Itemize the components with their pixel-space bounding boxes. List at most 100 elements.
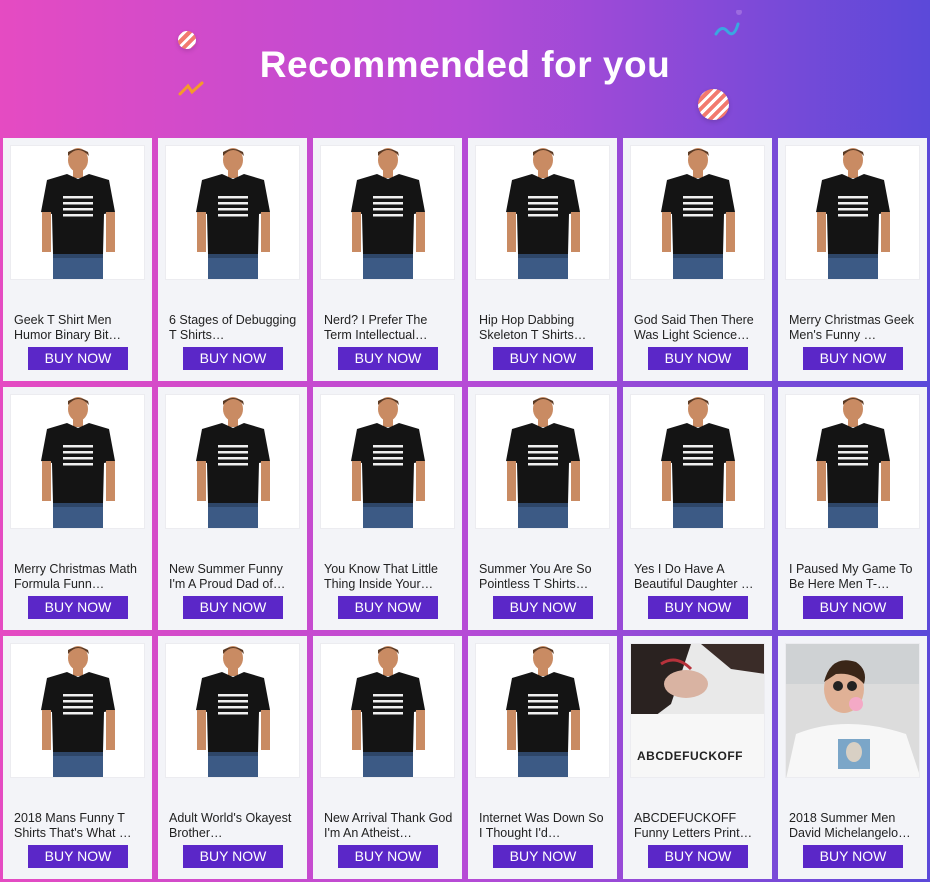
product-title[interactable]: Merry Christmas Geek Men's Funny …: [789, 313, 919, 343]
buy-now-button[interactable]: BUY NOW: [338, 845, 438, 868]
decorative-ball-icon: [698, 89, 729, 120]
product-image[interactable]: [785, 394, 920, 529]
buy-now-button[interactable]: BUY NOW: [803, 845, 903, 868]
product-title[interactable]: Merry Christmas Math Formula Funn…: [14, 562, 144, 592]
product-image[interactable]: [475, 643, 610, 778]
model-photo-icon: [166, 146, 299, 279]
buy-now-button[interactable]: BUY NOW: [648, 347, 748, 370]
product-card[interactable]: Summer You Are So Pointless T Shirts… BUY…: [468, 387, 617, 630]
product-card[interactable]: Adult World's Okayest Brother… BUY NOW: [158, 636, 307, 879]
model-photo-icon: [321, 146, 454, 279]
product-title[interactable]: Internet Was Down So I Thought I'd…: [479, 811, 609, 841]
product-card[interactable]: New Arrival Thank God I'm An Atheist… BUY…: [313, 636, 462, 879]
product-card[interactable]: New Summer Funny I'm A Proud Dad of… BUY …: [158, 387, 307, 630]
model-photo-icon: [321, 395, 454, 528]
product-image[interactable]: [165, 145, 300, 280]
buy-now-button[interactable]: BUY NOW: [28, 596, 128, 619]
product-title-text: New Summer Funny I'm A Proud Dad of…: [169, 562, 286, 591]
buy-now-button[interactable]: BUY NOW: [648, 845, 748, 868]
product-card[interactable]: You Know That Little Thing Inside Your… B…: [313, 387, 462, 630]
product-image[interactable]: [475, 394, 610, 529]
product-title-text: 2018 Summer Men David Michelangelo…: [789, 811, 911, 840]
product-image[interactable]: [165, 394, 300, 529]
product-title-text: Yes I Do Have A Beautiful Daughter …: [634, 562, 754, 591]
product-image[interactable]: [10, 394, 145, 529]
product-card[interactable]: Merry Christmas Math Formula Funn… BUY NO…: [3, 387, 152, 630]
product-title[interactable]: 2018 Summer Men David Michelangelo…: [789, 811, 919, 841]
product-title[interactable]: Nerd? I Prefer The Term Intellectual…: [324, 313, 454, 343]
product-title[interactable]: Hip Hop Dabbing Skeleton T Shirts…: [479, 313, 609, 343]
product-card[interactable]: I Paused My Game To Be Here Men T-… BUY N…: [778, 387, 927, 630]
product-title[interactable]: New Summer Funny I'm A Proud Dad of…: [169, 562, 299, 592]
product-title-text: Summer You Are So Pointless T Shirts…: [479, 562, 592, 591]
product-title-text: ABCDEFUCKOFF Funny Letters Print…: [634, 811, 753, 840]
product-card[interactable]: Geek T Shirt Men Humor Binary Bit… BUY NO…: [3, 138, 152, 381]
product-title-text: Geek T Shirt Men Humor Binary Bit…: [14, 313, 121, 342]
model-photo-icon: [786, 395, 919, 528]
print-letters: ABCDEFUCKOFF: [637, 749, 743, 763]
product-image[interactable]: [10, 643, 145, 778]
model-photo-icon: [321, 644, 454, 777]
buy-now-button[interactable]: BUY NOW: [648, 596, 748, 619]
product-title[interactable]: I Paused My Game To Be Here Men T-…: [789, 562, 919, 592]
product-title[interactable]: 2018 Mans Funny T Shirts That's What …: [14, 811, 144, 841]
model-photo-icon: [786, 146, 919, 279]
buy-now-button[interactable]: BUY NOW: [183, 845, 283, 868]
buy-now-button[interactable]: BUY NOW: [493, 845, 593, 868]
buy-now-button[interactable]: BUY NOW: [183, 347, 283, 370]
buy-now-button[interactable]: BUY NOW: [803, 347, 903, 370]
product-title[interactable]: Geek T Shirt Men Humor Binary Bit…: [14, 313, 144, 343]
product-title[interactable]: Yes I Do Have A Beautiful Daughter …: [634, 562, 764, 592]
model-photo-icon: [11, 395, 144, 528]
buy-now-button[interactable]: BUY NOW: [493, 347, 593, 370]
product-title-text: Nerd? I Prefer The Term Intellectual…: [324, 313, 428, 342]
product-image[interactable]: [320, 643, 455, 778]
product-card[interactable]: Internet Was Down So I Thought I'd… BUY N…: [468, 636, 617, 879]
product-card[interactable]: God Said Then There Was Light Science… BU…: [623, 138, 772, 381]
page-title: Recommended for you: [259, 44, 671, 85]
product-title[interactable]: Adult World's Okayest Brother…: [169, 811, 299, 841]
buy-now-button[interactable]: BUY NOW: [28, 845, 128, 868]
product-title[interactable]: Summer You Are So Pointless T Shirts…: [479, 562, 609, 592]
product-card[interactable]: ABCDEFUCKOFF ABCDEFUCKOFF Funny Letters P…: [623, 636, 772, 879]
product-card[interactable]: Merry Christmas Geek Men's Funny … BUY NO…: [778, 138, 927, 381]
product-image[interactable]: [630, 394, 765, 529]
product-image[interactable]: ABCDEFUCKOFF: [630, 643, 765, 778]
product-card[interactable]: 6 Stages of Debugging T Shirts… BUY NOW: [158, 138, 307, 381]
product-title-text: 6 Stages of Debugging T Shirts…: [169, 313, 297, 342]
product-image[interactable]: [10, 145, 145, 280]
product-title[interactable]: New Arrival Thank God I'm An Atheist…: [324, 811, 454, 841]
buy-now-button[interactable]: BUY NOW: [338, 347, 438, 370]
product-title-text: Hip Hop Dabbing Skeleton T Shirts…: [479, 313, 587, 342]
product-card[interactable]: 2018 Mans Funny T Shirts That's What … BU…: [3, 636, 152, 879]
product-image[interactable]: [320, 145, 455, 280]
product-card[interactable]: Hip Hop Dabbing Skeleton T Shirts… BUY NO…: [468, 138, 617, 381]
product-title[interactable]: ABCDEFUCKOFF Funny Letters Print…: [634, 811, 764, 841]
product-image[interactable]: [320, 394, 455, 529]
product-image[interactable]: [475, 145, 610, 280]
product-card[interactable]: 2018 Summer Men David Michelangelo… BUY N…: [778, 636, 927, 879]
buy-now-button[interactable]: BUY NOW: [803, 596, 903, 619]
model-photo-icon: [11, 146, 144, 279]
buy-now-button[interactable]: BUY NOW: [338, 596, 438, 619]
model-photo-icon: [786, 644, 919, 777]
model-photo-icon: [476, 146, 609, 279]
product-card[interactable]: Nerd? I Prefer The Term Intellectual… BUY…: [313, 138, 462, 381]
product-image[interactable]: [785, 643, 920, 778]
product-image[interactable]: [785, 145, 920, 280]
product-title[interactable]: God Said Then There Was Light Science…: [634, 313, 764, 343]
model-photo-icon: [166, 395, 299, 528]
product-image[interactable]: [630, 145, 765, 280]
product-title[interactable]: You Know That Little Thing Inside Your…: [324, 562, 454, 592]
product-title-text: Merry Christmas Geek Men's Funny …: [789, 313, 915, 342]
product-card[interactable]: Yes I Do Have A Beautiful Daughter … BUY …: [623, 387, 772, 630]
buy-now-button[interactable]: BUY NOW: [183, 596, 283, 619]
model-photo-icon: [631, 395, 764, 528]
product-title-text: 2018 Mans Funny T Shirts That's What …: [14, 811, 132, 840]
buy-now-button[interactable]: BUY NOW: [493, 596, 593, 619]
product-grid: Geek T Shirt Men Humor Binary Bit… BUY NO…: [3, 138, 927, 879]
buy-now-button[interactable]: BUY NOW: [28, 347, 128, 370]
product-title-text: Merry Christmas Math Formula Funn…: [14, 562, 137, 591]
product-image[interactable]: [165, 643, 300, 778]
product-title[interactable]: 6 Stages of Debugging T Shirts…: [169, 313, 299, 343]
